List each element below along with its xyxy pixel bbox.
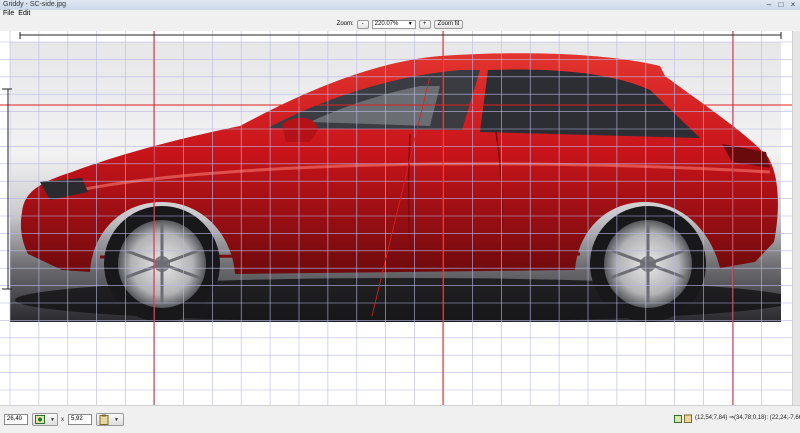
readout-icons bbox=[674, 414, 692, 423]
clipboard-icon bbox=[99, 414, 109, 425]
chevron-down-icon: ▼ bbox=[114, 416, 119, 423]
clipboard-icon bbox=[684, 414, 692, 423]
griddy-window: Griddy - SC-side.jpg – □ × File Edit Zoo… bbox=[0, 0, 800, 433]
vertical-scrollbar[interactable] bbox=[792, 31, 800, 405]
zoom-label: Zoom: bbox=[336, 21, 354, 27]
title-bar: Griddy - SC-side.jpg – □ × bbox=[0, 0, 800, 10]
zoom-select[interactable]: 220.07% ▼ bbox=[371, 19, 416, 29]
color-picker-icon bbox=[674, 414, 682, 423]
height-field[interactable]: 5,92 bbox=[68, 414, 92, 425]
menu-edit[interactable]: Edit bbox=[18, 10, 30, 18]
minimize-icon[interactable]: – bbox=[764, 0, 774, 9]
zoom-toolbar: Zoom: - 220.07% ▼ + Zoom fit bbox=[0, 18, 800, 30]
zoom-fit-button[interactable]: Zoom fit bbox=[433, 19, 464, 29]
menu-file[interactable]: File bbox=[3, 10, 14, 18]
maximize-icon[interactable]: □ bbox=[776, 0, 786, 9]
clipboard-button[interactable]: ▼ bbox=[96, 413, 124, 426]
grid-overlay bbox=[0, 31, 792, 405]
close-icon[interactable]: × bbox=[788, 0, 798, 9]
zoom-value: 220.07% bbox=[374, 21, 399, 27]
window-title: Griddy - SC-side.jpg bbox=[3, 1, 67, 8]
times-label: x bbox=[61, 417, 64, 423]
measure-line bbox=[371, 75, 431, 317]
color-picker-icon bbox=[35, 415, 45, 424]
image-canvas[interactable] bbox=[0, 31, 792, 405]
status-bar: 26,40 ▼ x 5,92 ▼ (12,54;7,84) ⇒(34,78;0,… bbox=[0, 405, 800, 433]
zoom-in-button[interactable]: + bbox=[418, 19, 431, 29]
width-field[interactable]: 26,40 bbox=[4, 414, 28, 425]
color-picker-button[interactable]: ▼ bbox=[32, 413, 58, 426]
chevron-down-icon: ▼ bbox=[50, 416, 55, 423]
menu-bar: File Edit bbox=[0, 10, 800, 18]
zoom-out-button[interactable]: - bbox=[356, 19, 369, 29]
chevron-down-icon: ▼ bbox=[407, 21, 413, 27]
coordinate-readout: (12,54;7,84) ⇒(34,78;0,18): (22,24;-7,66… bbox=[695, 415, 800, 421]
